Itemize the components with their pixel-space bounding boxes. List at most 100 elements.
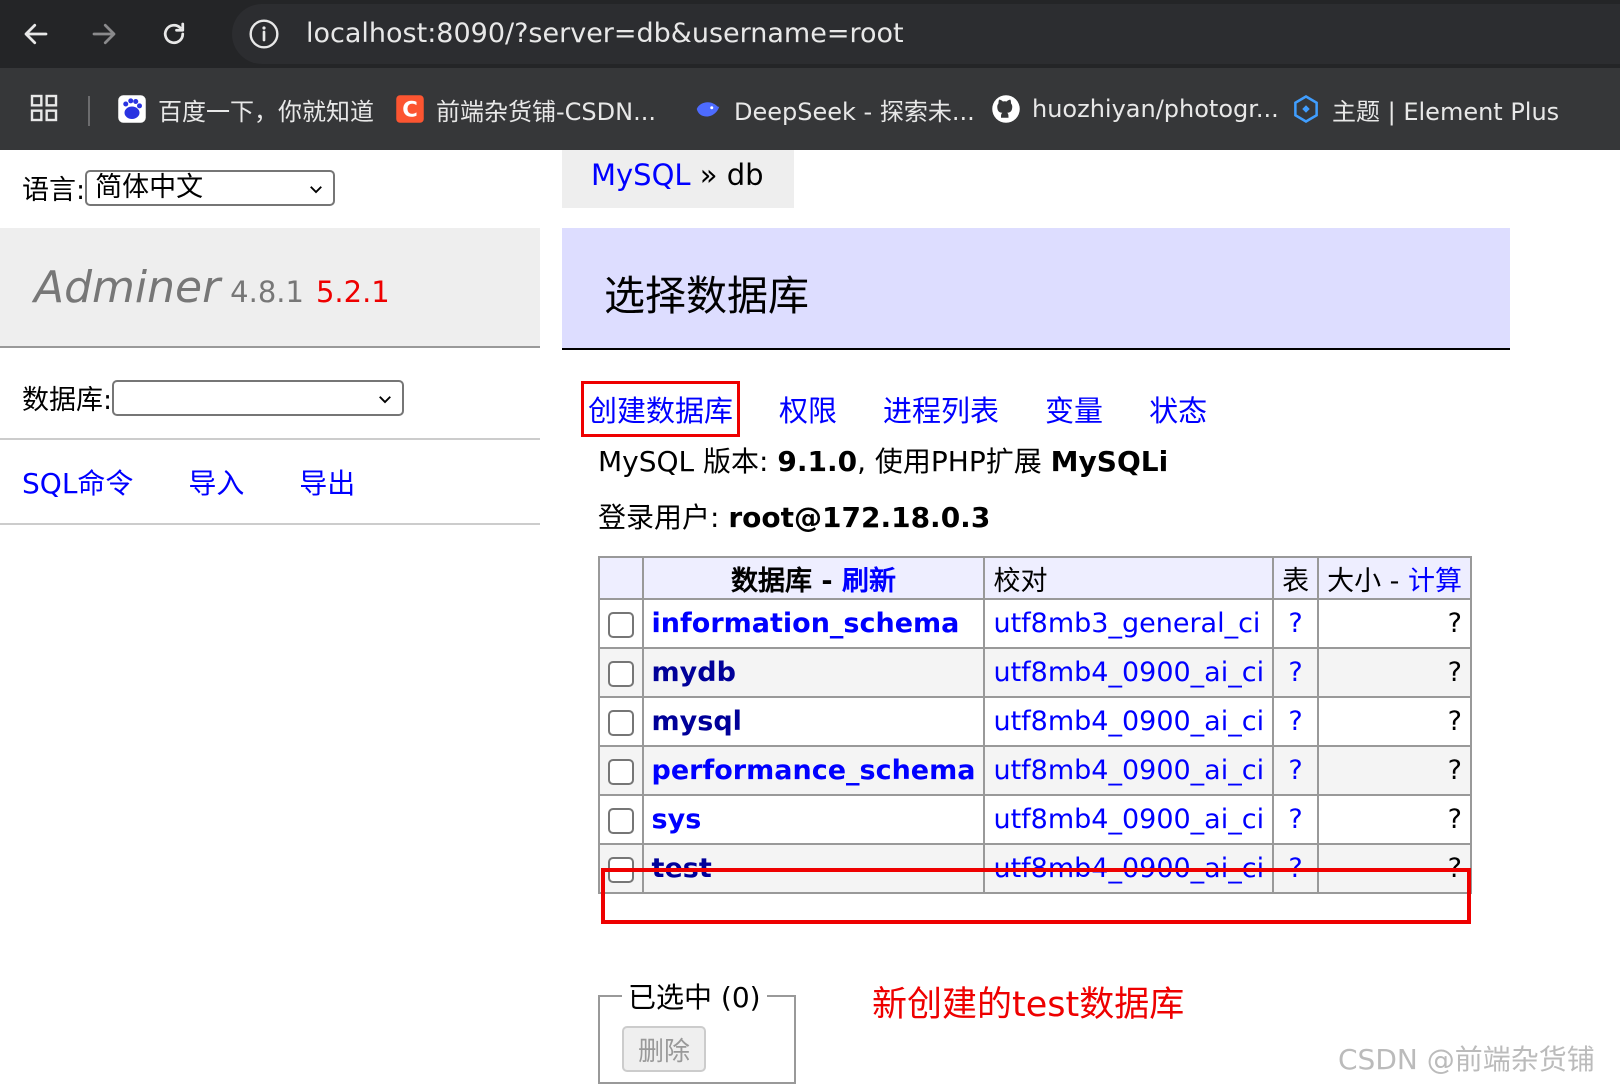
db-name-link[interactable]: performance_schema [652, 755, 976, 786]
bookmark-label: 主题 | Element Plus [1332, 97, 1560, 126]
bookmark-label: 前端杂货铺-CSDN... [436, 97, 656, 126]
row-checkbox[interactable] [607, 709, 634, 736]
extension-value: MySQLi [1050, 445, 1169, 478]
database-label: 数据库: [22, 385, 113, 416]
tables-link[interactable]: ? [1288, 804, 1302, 835]
db-name-cell: test [641, 843, 986, 894]
process-list-link[interactable]: 进程列表 [883, 388, 999, 430]
database-table: 数据库 - 刷新 校对 表 大小 - 计算 information_schema… [598, 556, 1472, 894]
database-select[interactable] [112, 379, 405, 416]
sql-command-link[interactable]: SQL命令 [22, 467, 133, 500]
reload-icon [163, 22, 185, 45]
row-checkbox[interactable] [607, 611, 634, 638]
size-cell: ? [1317, 794, 1472, 845]
db-name-link[interactable]: sys [652, 804, 702, 835]
selection-fieldset: 已选中 (0) 删除 [598, 976, 796, 1084]
bookmark-deepseek[interactable]: DeepSeek - 探索未... [692, 92, 975, 126]
tables-cell: ? [1272, 794, 1320, 845]
back-button[interactable] [16, 14, 56, 54]
forward-button[interactable] [84, 14, 124, 54]
bookmarks-bar: 百度一下，你就知道 C 前端杂货铺-CSDN... DeepSeek - 探索未… [0, 68, 1620, 150]
chevron-down-icon [310, 185, 323, 193]
collation-link[interactable]: utf8mb4_0900_ai_ci [993, 804, 1264, 835]
size-cell: ? [1317, 696, 1472, 747]
new-version-link[interactable]: 5.2.1 [316, 275, 390, 309]
db-name-link[interactable]: information_schema [652, 608, 960, 639]
compute-link[interactable]: 计算 [1408, 566, 1462, 597]
language-select[interactable]: 简体中文 [85, 169, 336, 206]
table-header-row: 数据库 - 刷新 校对 表 大小 - 计算 [598, 556, 1472, 600]
tables-link[interactable]: ? [1288, 853, 1302, 884]
db-name-link[interactable]: mydb [652, 657, 736, 688]
db-name-link[interactable]: mysql [652, 706, 742, 737]
language-value: 简体中文 [95, 171, 204, 203]
db-name-link[interactable]: test [652, 853, 712, 884]
header-collation: 校对 [983, 556, 1275, 600]
collation-cell: utf8mb4_0900_ai_ci [983, 794, 1275, 845]
row-checkbox[interactable] [607, 660, 634, 687]
apps-grid-icon[interactable] [28, 92, 60, 124]
github-icon [990, 93, 1022, 125]
row-checkbox-cell [598, 598, 644, 649]
size-cell: ? [1317, 843, 1472, 894]
collation-link[interactable]: utf8mb4_0900_ai_ci [993, 755, 1264, 786]
bookmark-element-plus[interactable]: 主题 | Element Plus [1290, 92, 1559, 126]
export-link[interactable]: 导出 [299, 467, 355, 500]
tables-link[interactable]: ? [1288, 706, 1302, 737]
selection-legend: 已选中 (0) [628, 981, 761, 1014]
import-link[interactable]: 导入 [188, 467, 244, 500]
database-picker: 数据库: [22, 378, 405, 417]
language-label: 语言: [22, 175, 86, 206]
row-checkbox-cell [598, 745, 644, 796]
tables-cell: ? [1272, 745, 1320, 796]
url-text[interactable]: localhost:8090/?server=db&username=root [306, 18, 904, 49]
delete-button[interactable]: 删除 [622, 1026, 706, 1072]
site-info-icon[interactable] [248, 18, 280, 50]
arrow-left-icon [24, 23, 48, 45]
baidu-paw-icon [116, 93, 148, 125]
db-name-cell: information_schema [641, 598, 986, 649]
deepseek-whale-icon [692, 93, 724, 125]
svg-text:C: C [402, 98, 418, 123]
db-name-cell: mysql [641, 696, 986, 747]
bookmark-baidu[interactable]: 百度一下，你就知道 [116, 92, 374, 126]
bookmark-separator [88, 96, 90, 126]
version-label: MySQL 版本: [598, 445, 769, 478]
row-checkbox[interactable] [607, 807, 634, 834]
collation-link[interactable]: utf8mb3_general_ci [993, 608, 1260, 639]
status-link[interactable]: 状态 [1149, 388, 1207, 430]
breadcrumb-server: db [726, 158, 764, 192]
arrow-right-icon [92, 23, 116, 45]
csdn-logo-icon: C [394, 93, 426, 125]
create-database-link[interactable]: 创建数据库 [580, 381, 741, 437]
logo-name[interactable]: Adminer [34, 262, 220, 313]
collation-link[interactable]: utf8mb4_0900_ai_ci [993, 657, 1264, 688]
table-row: information_schema utf8mb3_general_ci ? … [598, 598, 1472, 649]
address-bar[interactable]: localhost:8090/?server=db&username=root [232, 4, 1620, 64]
size-cell: ? [1317, 598, 1472, 649]
collation-link[interactable]: utf8mb4_0900_ai_ci [993, 853, 1264, 884]
bookmark-github[interactable]: huozhiyan/photogr... [990, 92, 1279, 126]
breadcrumb-driver-link[interactable]: MySQL [591, 158, 691, 192]
adminer-page: 语言: 简体中文 Adminer 4.8.1 5.2.1 数据库: SQL命令 导入… [0, 150, 1620, 1088]
breadcrumb: MySQL » db [562, 150, 794, 208]
db-name-cell: sys [641, 794, 986, 845]
variables-link[interactable]: 变量 [1045, 388, 1103, 430]
refresh-link[interactable]: 刷新 [842, 566, 896, 597]
tables-link[interactable]: ? [1288, 755, 1302, 786]
row-checkbox[interactable] [607, 856, 634, 883]
language-picker: 语言: 简体中文 [22, 168, 336, 207]
tables-link[interactable]: ? [1288, 657, 1302, 688]
bookmark-csdn[interactable]: C 前端杂货铺-CSDN... [394, 92, 656, 126]
page-title: 选择数据库 [604, 272, 809, 320]
tables-link[interactable]: ? [1288, 608, 1302, 639]
row-checkbox[interactable] [607, 758, 634, 785]
element-plus-icon [1290, 93, 1322, 125]
table-row: mydb utf8mb4_0900_ai_ci ? ? [598, 647, 1472, 698]
bookmark-label: 百度一下，你就知道 [158, 97, 374, 126]
privileges-link[interactable]: 权限 [779, 388, 837, 430]
collation-link[interactable]: utf8mb4_0900_ai_ci [993, 706, 1264, 737]
reload-button[interactable] [154, 14, 194, 54]
select-all-header[interactable] [598, 556, 644, 600]
adminer-logo: Adminer 4.8.1 5.2.1 [34, 262, 390, 313]
